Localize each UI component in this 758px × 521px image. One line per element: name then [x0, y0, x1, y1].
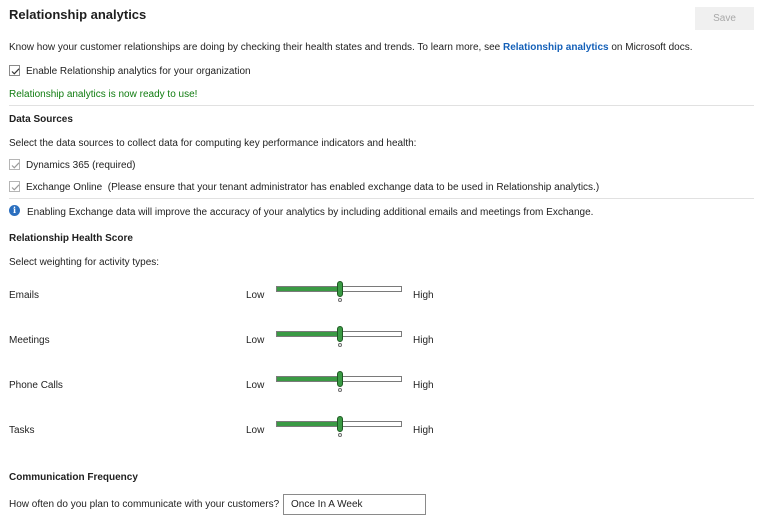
- save-button[interactable]: Save: [695, 7, 754, 30]
- data-sources-heading: Data Sources: [9, 114, 73, 125]
- info-icon: i: [9, 205, 20, 216]
- relationship-analytics-link[interactable]: Relationship analytics: [503, 42, 609, 53]
- page-title: Relationship analytics: [9, 7, 147, 22]
- slider-tick: [338, 388, 342, 392]
- slider-low-label: Low: [246, 335, 265, 346]
- dynamics-label: Dynamics 365 (required): [26, 160, 136, 171]
- slider-thumb[interactable]: [337, 416, 343, 432]
- slider-high-label: High: [413, 290, 434, 301]
- checkmark-icon: [11, 68, 20, 75]
- data-sources-description: Select the data sources to collect data …: [9, 138, 417, 149]
- exchange-label-row: Exchange Online (Please ensure that your…: [26, 182, 599, 193]
- intro-text-after: on Microsoft docs.: [608, 42, 693, 53]
- activity-label: Phone Calls: [9, 380, 63, 391]
- slider-high-label: High: [413, 335, 434, 346]
- intro-text: Know how your customer relationships are…: [9, 42, 693, 53]
- slider-high-label: High: [413, 425, 434, 436]
- slider-low-label: Low: [246, 380, 265, 391]
- exchange-checkbox[interactable]: [9, 181, 20, 192]
- exchange-info-text: Enabling Exchange data will improve the …: [27, 207, 594, 218]
- activity-label: Tasks: [9, 425, 35, 436]
- activity-weight-slider[interactable]: [276, 371, 402, 392]
- dynamics-checkbox: [9, 159, 20, 170]
- divider: [9, 105, 754, 106]
- slider-thumb[interactable]: [337, 281, 343, 297]
- checkmark-icon: [11, 184, 20, 191]
- exchange-label: Exchange Online: [26, 182, 103, 193]
- activity-weight-slider[interactable]: [276, 281, 402, 302]
- enable-analytics-checkbox[interactable]: [9, 65, 20, 76]
- activity-weight-slider[interactable]: [276, 326, 402, 347]
- status-message: Relationship analytics is now ready to u…: [9, 89, 198, 100]
- slider-high-label: High: [413, 380, 434, 391]
- health-score-heading: Relationship Health Score: [9, 233, 133, 244]
- slider-tick: [338, 433, 342, 437]
- slider-tick: [338, 298, 342, 302]
- communication-frequency-select[interactable]: Once In A Week: [283, 494, 426, 515]
- slider-fill: [277, 377, 340, 381]
- enable-analytics-label: Enable Relationship analytics for your o…: [26, 66, 251, 77]
- slider-fill: [277, 287, 340, 291]
- slider-thumb[interactable]: [337, 371, 343, 387]
- activity-label: Meetings: [9, 335, 50, 346]
- activity-label: Emails: [9, 290, 40, 301]
- activity-weight-slider[interactable]: [276, 416, 402, 437]
- communication-heading: Communication Frequency: [9, 472, 138, 483]
- slider-tick: [338, 343, 342, 347]
- health-score-description: Select weighting for activity types:: [9, 257, 160, 268]
- divider: [9, 198, 754, 199]
- slider-thumb[interactable]: [337, 326, 343, 342]
- checkmark-icon: [11, 162, 20, 169]
- slider-fill: [277, 422, 340, 426]
- intro-text-before: Know how your customer relationships are…: [9, 42, 503, 53]
- slider-fill: [277, 332, 340, 336]
- communication-question: How often do you plan to communicate wit…: [9, 499, 280, 510]
- slider-low-label: Low: [246, 425, 265, 436]
- exchange-note: (Please ensure that your tenant administ…: [107, 182, 600, 193]
- slider-low-label: Low: [246, 290, 265, 301]
